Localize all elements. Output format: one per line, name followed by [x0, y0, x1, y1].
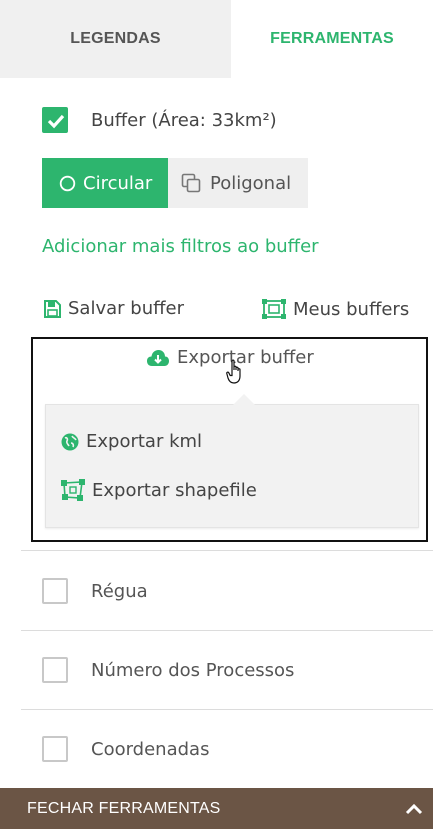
coordinates-checkbox[interactable]: [42, 736, 68, 762]
close-tools-label: FECHAR FERRAMENTAS: [27, 799, 221, 817]
tab-legendas[interactable]: LEGENDAS: [0, 0, 231, 78]
checkmark-icon: [47, 114, 65, 129]
process-numbers-label: Número dos Processos: [91, 659, 295, 681]
regua-label: Régua: [91, 580, 148, 602]
cloud-download-icon: [147, 349, 169, 366]
add-filters-link[interactable]: Adicionar mais filtros ao buffer: [42, 236, 319, 257]
export-shapefile-option[interactable]: Exportar shapefile: [60, 479, 257, 501]
regua-checkbox[interactable]: [42, 578, 68, 604]
my-buffers-label: Meus buffers: [293, 298, 410, 320]
save-buffer-button[interactable]: Salvar buffer: [42, 298, 184, 319]
circular-mode-label: Circular: [83, 172, 153, 194]
tool-row-coordinates: Coordenadas: [42, 736, 209, 762]
save-buffer-label: Salvar buffer: [68, 298, 184, 319]
my-buffers-button[interactable]: Meus buffers: [261, 298, 409, 320]
globe-icon: [61, 433, 79, 450]
export-options-menu: Exportar kml Exportar shapefile: [45, 394, 419, 528]
hand-cursor-icon: [226, 359, 241, 384]
shape-nodes-icon: [61, 479, 85, 501]
export-kml-label: Exportar kml: [86, 431, 203, 452]
save-icon: [44, 299, 61, 318]
buffer-frame-icon: [262, 299, 286, 319]
buffer-label: Buffer (Área: 33km²): [91, 109, 277, 131]
tab-ferramentas[interactable]: FERRAMENTAS: [231, 0, 433, 78]
buffer-toggle-row: Buffer (Área: 33km²): [42, 107, 277, 133]
circular-mode-button[interactable]: Circular: [42, 158, 168, 208]
export-kml-option[interactable]: Exportar kml: [60, 431, 202, 452]
buffer-mode-selector: Circular Poligonal: [42, 158, 308, 208]
dropdown-caret: [233, 394, 255, 405]
tab-bar: LEGENDAS FERRAMENTAS: [0, 0, 433, 78]
polygonal-mode-label: Poligonal: [210, 172, 292, 194]
divider: [21, 709, 433, 710]
tool-row-regua: Régua: [42, 578, 148, 604]
export-shapefile-label: Exportar shapefile: [92, 479, 257, 501]
close-tools-bar[interactable]: FECHAR FERRAMENTAS: [0, 788, 433, 829]
divider: [21, 550, 433, 551]
polygonal-mode-button[interactable]: Poligonal: [168, 158, 308, 208]
copy-polygon-icon: [181, 173, 201, 193]
circle-outline-icon: [59, 175, 76, 191]
buffer-actions: Salvar buffer Meus buffers: [42, 298, 412, 322]
tool-row-process-numbers: Número dos Processos: [42, 657, 294, 683]
chevron-up-icon: [405, 803, 423, 814]
coordinates-label: Coordenadas: [91, 738, 210, 760]
export-buffer-panel: Exportar buffer Exportar kml Exportar sh…: [31, 337, 428, 542]
divider: [21, 630, 433, 631]
process-numbers-checkbox[interactable]: [42, 657, 68, 683]
buffer-checkbox[interactable]: [42, 107, 68, 133]
